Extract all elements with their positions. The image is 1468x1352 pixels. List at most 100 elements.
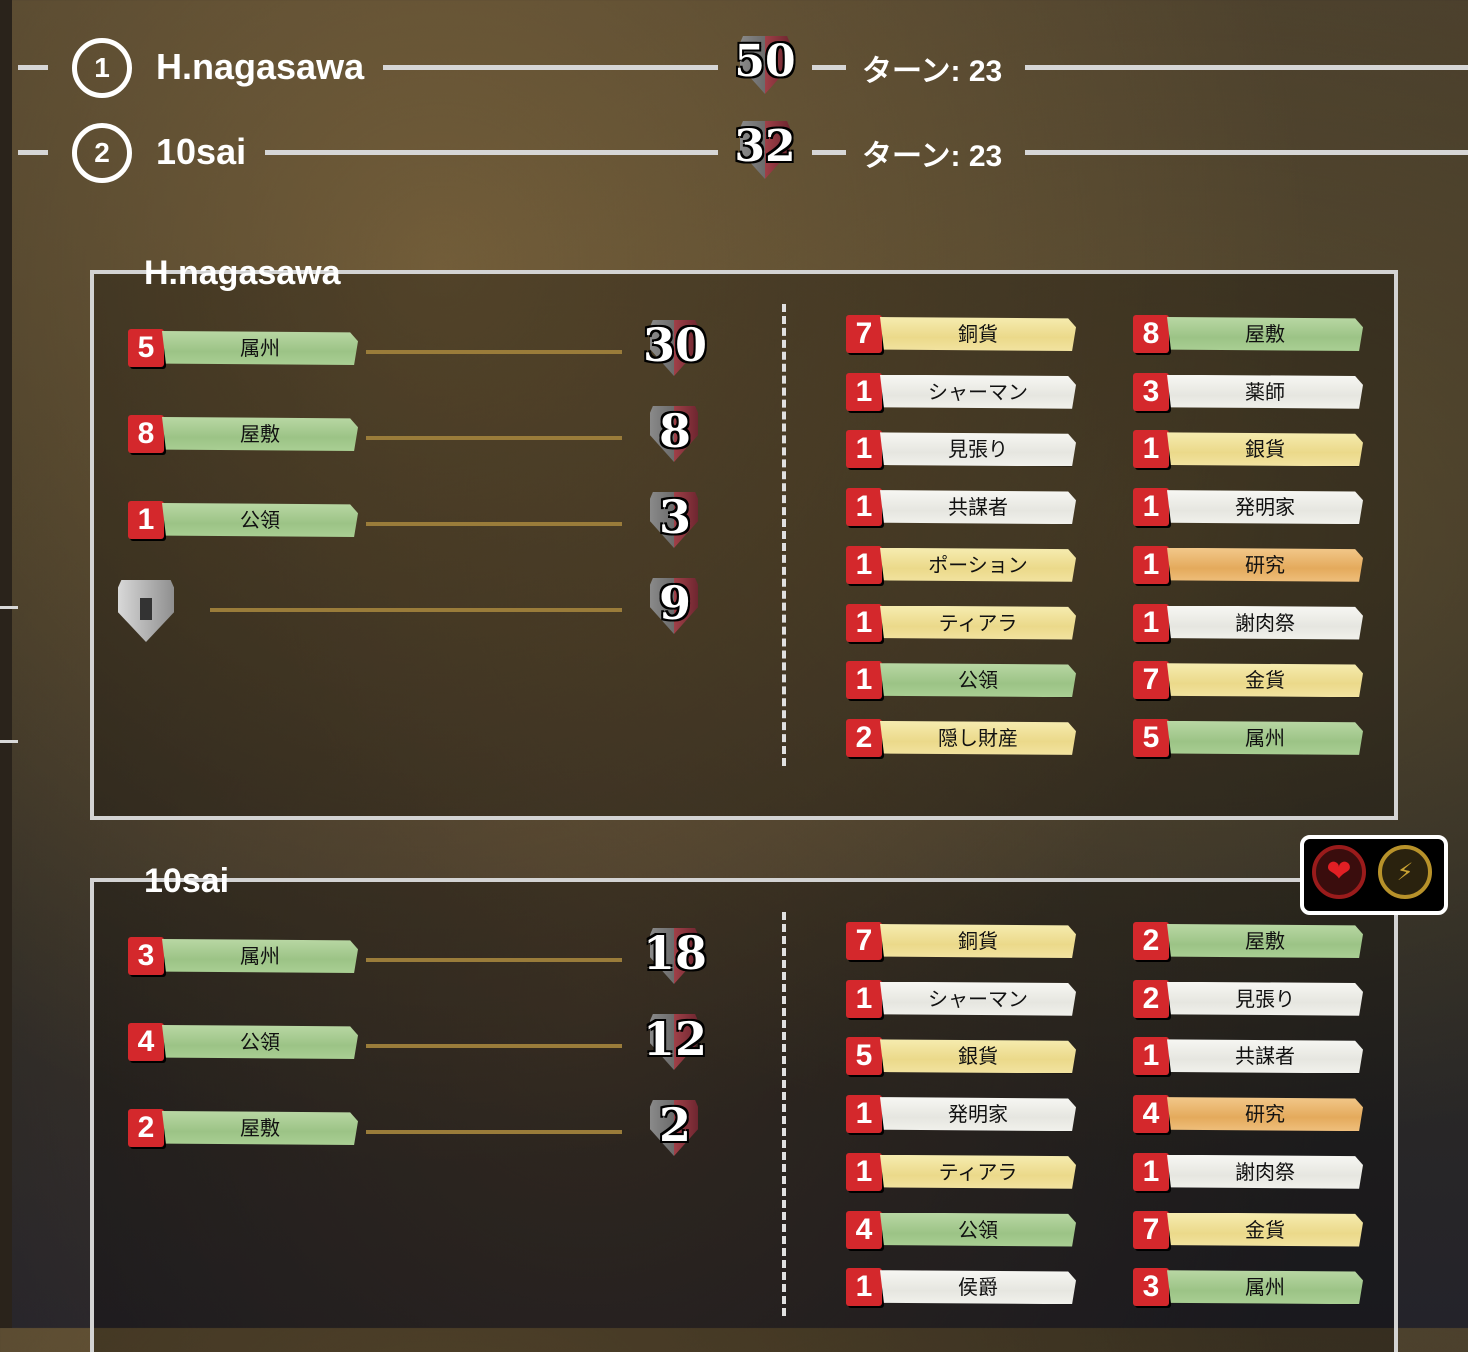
card-entry[interactable]: 2 見張り <box>1133 979 1363 1018</box>
card-entry[interactable]: 5 銀貨 <box>846 1037 1076 1076</box>
card-name: 研究 <box>1167 547 1363 582</box>
card-entry[interactable]: 7 金貨 <box>1133 661 1363 700</box>
card-name: 謝肉祭 <box>1167 605 1363 640</box>
card-count: 1 <box>1133 1037 1169 1076</box>
card-entry[interactable]: 3 属州 <box>1133 1268 1363 1307</box>
total-score: 32 <box>734 121 796 172</box>
card-name: 発明家 <box>1167 490 1363 525</box>
score-row-line <box>18 150 48 155</box>
turn-count: ターン: 23 <box>862 55 1003 88</box>
card-count: 1 <box>846 661 882 700</box>
summary-label: 公領 <box>162 503 358 537</box>
bolt-icon[interactable]: ⚡ <box>1378 845 1432 899</box>
card-name: 金貨 <box>1167 663 1363 698</box>
card-entry[interactable]: 1 シャーマン <box>846 372 1076 411</box>
left-edge-marker <box>0 740 18 743</box>
card-entry[interactable]: 1 共謀者 <box>846 488 1076 527</box>
summary-card: 4 公領 <box>128 1023 358 1061</box>
card-name: シャーマン <box>880 981 1076 1016</box>
summary-connector <box>366 1130 622 1134</box>
panel-title: 10sai <box>144 862 230 900</box>
player-name: 10sai <box>156 131 247 172</box>
card-name: シャーマン <box>880 374 1076 409</box>
card-count: 3 <box>1133 372 1169 411</box>
summary-points: 2 <box>658 1098 691 1152</box>
card-name: 共謀者 <box>1167 1039 1363 1074</box>
card-entry[interactable]: 4 公領 <box>846 1210 1076 1249</box>
card-name: 共謀者 <box>880 490 1076 525</box>
card-name: 属州 <box>1167 1270 1363 1305</box>
player-name: H.nagasawa <box>156 46 365 87</box>
card-entry[interactable]: 1 ポーション <box>846 545 1076 584</box>
card-count: 1 <box>846 979 882 1018</box>
card-count: 1 <box>846 603 882 642</box>
card-entry[interactable]: 1 銀貨 <box>1133 430 1363 469</box>
card-count: 1 <box>1133 488 1169 527</box>
card-entry[interactable]: 2 屋敷 <box>1133 922 1363 960</box>
rank-badge: 1 <box>72 38 132 98</box>
card-entry[interactable]: 1 見張り <box>846 430 1076 469</box>
card-entry[interactable]: 1 共謀者 <box>1133 1037 1363 1076</box>
card-entry[interactable]: 7 銅貨 <box>846 922 1076 960</box>
panel-title: H.nagasawa <box>144 254 341 292</box>
rank-badge: 2 <box>72 123 132 183</box>
card-count: 1 <box>846 1152 882 1191</box>
card-count: 4 <box>1133 1095 1169 1134</box>
summary-points: 30 <box>642 318 707 372</box>
card-count: 2 <box>1133 922 1169 960</box>
score-row-line <box>1025 65 1468 70</box>
card-count: 1 <box>846 372 882 411</box>
card-entry[interactable]: 3 薬師 <box>1133 372 1363 411</box>
card-entry[interactable]: 1 謝肉祭 <box>1133 603 1363 642</box>
card-entry[interactable]: 1 公領 <box>846 661 1076 700</box>
summary-label: 屋敷 <box>162 417 358 451</box>
card-name: 謝肉祭 <box>1167 1154 1363 1189</box>
card-count: 1 <box>1133 1152 1169 1191</box>
card-name: 隠し財産 <box>880 720 1076 755</box>
summary-card: 3 属州 <box>128 937 358 975</box>
summary-points: 12 <box>642 1012 707 1066</box>
card-count: 1 <box>1133 430 1169 469</box>
card-entry[interactable]: 2 隠し財産 <box>846 718 1076 757</box>
card-entry[interactable]: 8 屋敷 <box>1133 315 1363 353</box>
card-entry[interactable]: 1 発明家 <box>846 1095 1076 1134</box>
card-count: 7 <box>1133 1210 1169 1249</box>
card-name: ティアラ <box>880 1154 1076 1189</box>
summary-count: 4 <box>128 1023 164 1061</box>
panel-divider <box>782 912 786 1316</box>
summary-connector <box>366 522 622 526</box>
turn-count: ターン: 23 <box>862 140 1003 173</box>
card-name: 発明家 <box>880 1097 1076 1132</box>
card-count: 1 <box>846 488 882 527</box>
card-entry[interactable]: 1 侯爵 <box>846 1268 1076 1307</box>
left-edge-marker <box>0 606 18 609</box>
card-count: 3 <box>1133 1268 1169 1307</box>
summary-connector <box>366 350 622 354</box>
card-name: 侯爵 <box>880 1270 1076 1305</box>
card-entry[interactable]: 7 銅貨 <box>846 315 1076 353</box>
card-entry[interactable]: 1 謝肉祭 <box>1133 1152 1363 1191</box>
card-count: 2 <box>846 718 882 757</box>
card-entry[interactable]: 7 金貨 <box>1133 1210 1363 1249</box>
card-name: 銀貨 <box>880 1039 1076 1074</box>
summary-count: 2 <box>128 1109 164 1147</box>
summary-label: 公領 <box>162 1025 358 1059</box>
card-entry[interactable]: 1 ティアラ <box>846 1152 1076 1191</box>
card-entry[interactable]: 1 研究 <box>1133 545 1363 584</box>
card-name: ポーション <box>880 547 1076 582</box>
summary-points: 9 <box>658 576 691 630</box>
summary-label: 属州 <box>162 939 358 973</box>
card-count: 5 <box>1133 718 1169 757</box>
card-count: 7 <box>1133 661 1169 700</box>
action-buttons: ❤ ⚡ <box>1300 835 1448 915</box>
card-entry[interactable]: 1 シャーマン <box>846 979 1076 1018</box>
card-entry[interactable]: 1 発明家 <box>1133 488 1363 527</box>
card-entry[interactable]: 1 ティアラ <box>846 603 1076 642</box>
score-row-line <box>812 65 846 70</box>
summary-connector <box>366 436 622 440</box>
heart-icon[interactable]: ❤ <box>1312 845 1366 899</box>
summary-points: 18 <box>642 926 707 980</box>
card-entry[interactable]: 4 研究 <box>1133 1095 1363 1134</box>
card-entry[interactable]: 5 属州 <box>1133 718 1363 757</box>
card-name: 研究 <box>1167 1097 1363 1132</box>
